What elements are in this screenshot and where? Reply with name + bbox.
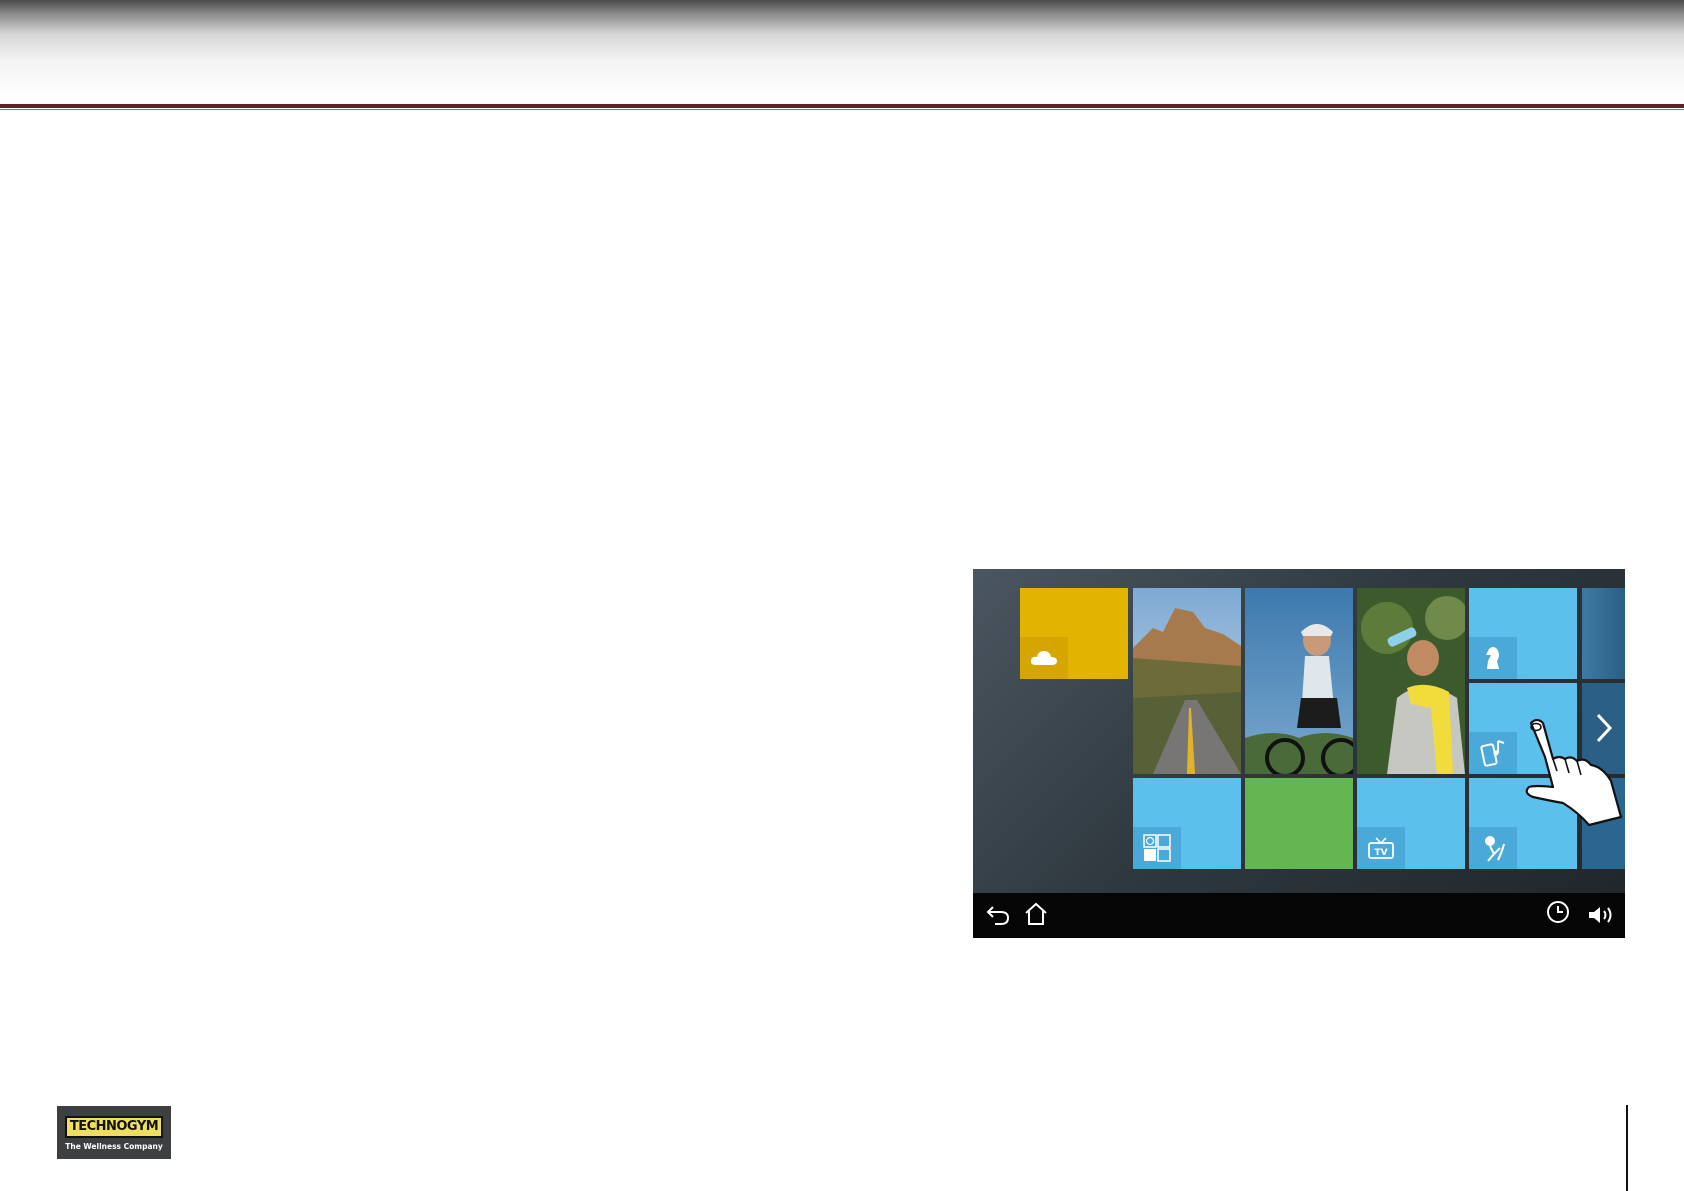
games-tile[interactable]: [1469, 588, 1577, 679]
games-badge: [1469, 637, 1517, 679]
runner-icon: [1485, 836, 1505, 862]
tv-icon: TV: [1368, 837, 1394, 859]
logo-wordmark: TECHNOGYM: [65, 1116, 163, 1138]
cloud-icon: [1030, 651, 1057, 665]
logo-tagline: The Wellness Company: [65, 1142, 163, 1151]
chess-knight-icon: [1486, 647, 1499, 669]
tv-badge: TV: [1357, 827, 1405, 869]
svg-text:TV: TV: [1374, 848, 1387, 858]
workouts-tile[interactable]: [1133, 778, 1241, 869]
partial-tile-top: [1582, 588, 1625, 679]
athlete-drinking-tile[interactable]: [1357, 588, 1465, 774]
tv-tile[interactable]: TV: [1357, 778, 1465, 869]
home-icon[interactable]: [1023, 901, 1049, 927]
device-screen: TV: [973, 569, 1625, 938]
system-navbar: [973, 893, 1625, 938]
volume-icon[interactable]: [1587, 903, 1617, 927]
footer-vertical-rule: [1626, 1105, 1628, 1191]
weather-badge: [1020, 637, 1068, 679]
back-icon[interactable]: [985, 903, 1011, 927]
exercise-badge: [1469, 827, 1517, 869]
tap-hand-icon: [1525, 718, 1623, 827]
page-header-band: [0, 0, 1684, 104]
header-rule: [0, 104, 1684, 108]
green-tile[interactable]: [1245, 778, 1353, 869]
cyclist-tile[interactable]: [1245, 588, 1353, 774]
technogym-logo: TECHNOGYM The Wellness Company: [57, 1106, 171, 1159]
athlete-drinking-image: [1357, 588, 1465, 774]
workouts-badge: [1133, 827, 1181, 869]
clock-icon[interactable]: [1545, 899, 1571, 925]
weather-tile[interactable]: [1020, 588, 1128, 679]
music-badge: [1469, 732, 1517, 774]
road-landscape-image: [1133, 588, 1241, 774]
header-rule-thin: [0, 109, 1684, 110]
phone-music-icon: [1480, 740, 1505, 767]
road-landscape-tile[interactable]: [1133, 588, 1241, 774]
cyclist-image: [1245, 588, 1353, 774]
workout-grid-icon: [1143, 834, 1171, 862]
